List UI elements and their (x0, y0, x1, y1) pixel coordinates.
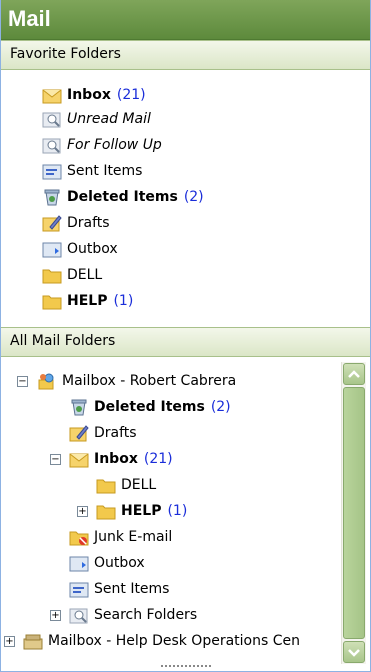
tree-dell[interactable]: DELL (96, 474, 156, 496)
tree-inbox-label: Inbox (94, 451, 138, 467)
tree-help[interactable]: HELP (1) (96, 500, 187, 522)
tree-help-label: HELP (121, 503, 162, 519)
tree-help-count: (1) (167, 503, 188, 519)
favorite-help[interactable]: HELP (1) (42, 290, 133, 312)
sent-items-icon (42, 162, 62, 180)
favorite-deleted-items-label: Deleted Items (67, 189, 178, 205)
chevron-down-icon (348, 649, 360, 657)
favorite-for-follow-up[interactable]: For Follow Up (42, 134, 162, 156)
tree-mailbox-help-desk-label: Mailbox - Help Desk Operations Cen (48, 633, 300, 649)
favorite-deleted-items-count: (2) (183, 189, 204, 205)
tree-sent-items-label: Sent Items (94, 581, 170, 597)
tree-junk-email[interactable]: Junk E-mail (69, 526, 172, 548)
tree-inbox[interactable]: Inbox (21) (69, 448, 173, 470)
help-expand-toggle[interactable]: + (77, 506, 88, 517)
favorite-help-label: HELP (67, 293, 108, 309)
chevron-up-icon (348, 370, 360, 378)
favorite-inbox-label: Inbox (67, 87, 111, 103)
mailbox-helpdesk-expand-toggle[interactable]: + (4, 636, 15, 647)
inbox-icon (69, 450, 89, 468)
folder-icon (96, 502, 116, 520)
tree-mailbox-help-desk[interactable]: Mailbox - Help Desk Operations Cen (23, 630, 341, 652)
search-folders-expand-toggle[interactable]: + (50, 610, 61, 621)
drafts-icon (69, 424, 89, 442)
favorite-for-follow-up-label: For Follow Up (67, 137, 162, 153)
favorite-unread-mail-label: Unread Mail (67, 111, 151, 127)
tree-deleted-items[interactable]: Deleted Items (2) (69, 396, 231, 418)
search-folder-icon (42, 110, 62, 128)
drafts-icon (42, 214, 62, 232)
favorite-inbox-count: (21) (116, 87, 146, 103)
deleted-items-icon (42, 188, 62, 206)
inbox-icon (42, 86, 62, 104)
favorite-dell[interactable]: DELL (42, 264, 102, 286)
tree-sent-items[interactable]: Sent Items (69, 578, 169, 600)
sent-items-icon (69, 580, 89, 598)
all-mail-folders-header[interactable]: All Mail Folders (1, 327, 370, 357)
tree-search-folders[interactable]: Search Folders (69, 604, 197, 626)
favorite-folders-header[interactable]: Favorite Folders (1, 40, 370, 70)
folder-icon (96, 476, 116, 494)
tree-mailbox-robert-cabrera[interactable]: Mailbox - Robert Cabrera (37, 370, 236, 392)
tree-deleted-items-label: Deleted Items (94, 399, 205, 415)
search-folder-icon (69, 606, 89, 624)
inbox-collapse-toggle[interactable]: − (50, 454, 61, 465)
tree-outbox-label: Outbox (94, 555, 145, 571)
scroll-down-button[interactable] (343, 641, 365, 663)
tree-junk-email-label: Junk E-mail (94, 529, 173, 545)
favorite-outbox[interactable]: Outbox (42, 238, 118, 260)
folder-icon (42, 266, 62, 284)
favorite-deleted-items[interactable]: Deleted Items (2) (42, 186, 204, 208)
mailbox-icon (23, 632, 43, 650)
outbox-icon (42, 240, 62, 258)
tree-dell-label: DELL (121, 477, 157, 493)
mailbox-robert-collapse-toggle[interactable]: − (17, 376, 28, 387)
tree-deleted-items-count: (2) (210, 399, 231, 415)
favorite-unread-mail[interactable]: Unread Mail (42, 108, 151, 130)
pane-title: Mail (1, 0, 370, 40)
favorite-drafts-label: Drafts (67, 215, 110, 231)
favorite-sent-items[interactable]: Sent Items (42, 160, 142, 182)
deleted-items-icon (69, 398, 89, 416)
search-folder-icon (42, 136, 62, 154)
favorite-drafts[interactable]: Drafts (42, 212, 110, 234)
pane-resize-grip[interactable] (161, 665, 211, 671)
favorite-sent-items-label: Sent Items (67, 163, 143, 179)
tree-inbox-count: (21) (143, 451, 173, 467)
favorite-inbox[interactable]: Inbox (21) (42, 84, 146, 106)
folder-tree-scrollbar[interactable] (341, 362, 366, 664)
tree-search-folders-label: Search Folders (94, 607, 198, 623)
scroll-up-button[interactable] (343, 363, 365, 385)
scroll-thumb[interactable] (343, 387, 365, 639)
favorite-outbox-label: Outbox (67, 241, 118, 257)
tree-mailbox-robert-cabrera-label: Mailbox - Robert Cabrera (62, 373, 237, 389)
outbox-icon (69, 554, 89, 572)
mail-navigation-pane: Mail Favorite Folders Inbox (21) Unread … (0, 0, 371, 672)
favorite-help-count: (1) (113, 293, 134, 309)
mailbox-icon (37, 372, 57, 390)
junk-mail-icon (69, 528, 89, 546)
tree-drafts-label: Drafts (94, 425, 137, 441)
folder-icon (42, 292, 62, 310)
tree-outbox[interactable]: Outbox (69, 552, 145, 574)
favorite-dell-label: DELL (67, 267, 103, 283)
tree-drafts[interactable]: Drafts (69, 422, 137, 444)
